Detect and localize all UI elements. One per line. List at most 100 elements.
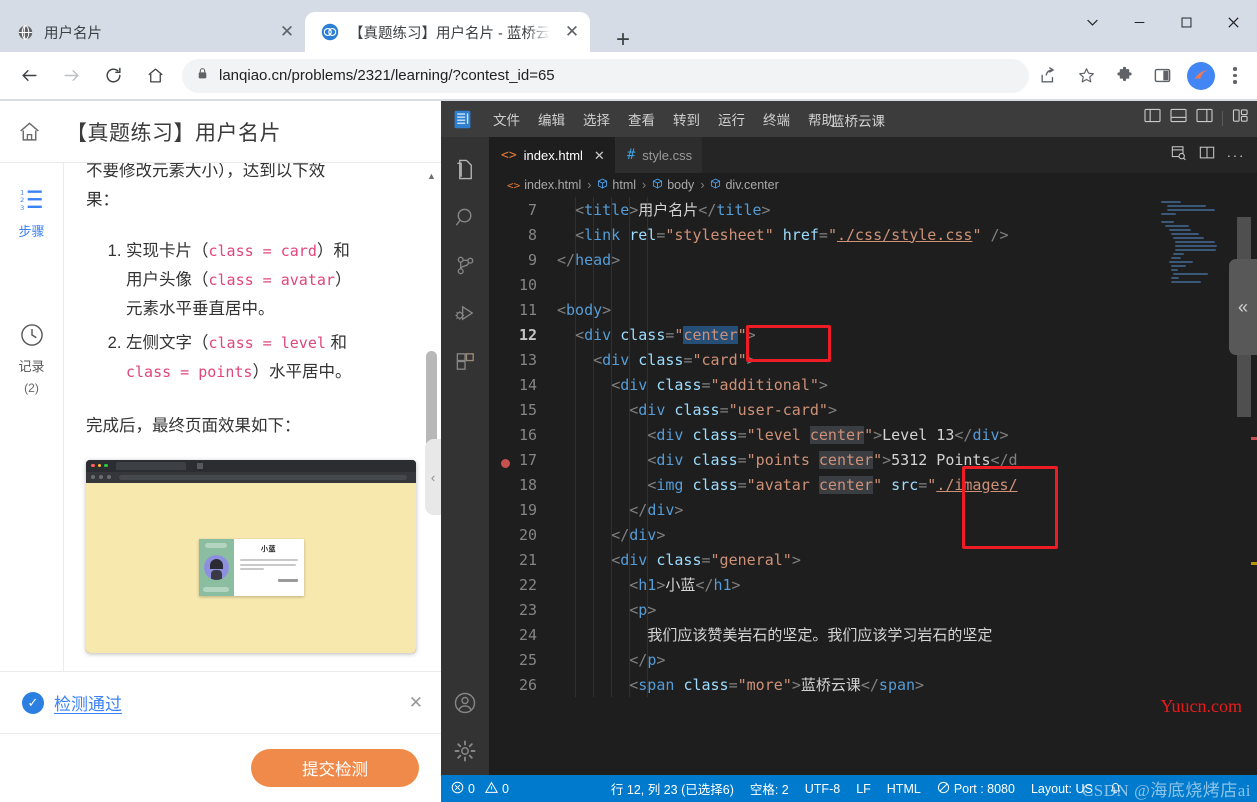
code-token: div — [647, 500, 675, 519]
code-line[interactable]: 7 <title>用户名片</title> — [489, 197, 1257, 222]
panel-left-icon[interactable] — [1144, 108, 1161, 128]
more-menu-icon[interactable] — [1221, 61, 1249, 91]
status-port[interactable]: Port : 8080 — [937, 781, 1015, 797]
chevron-down-icon[interactable] — [1069, 0, 1116, 44]
collapse-panel-handle[interactable]: ‹ — [425, 439, 441, 515]
search-icon[interactable] — [441, 193, 489, 241]
submit-button[interactable]: 提交检测 — [251, 749, 419, 787]
page-title: 【真题练习】用户名片 — [66, 121, 281, 145]
status-badge[interactable]: 检测通过 — [54, 690, 122, 715]
code-token: > — [791, 676, 801, 694]
side-panel-icon[interactable] — [1146, 60, 1178, 92]
source-control-icon[interactable] — [441, 241, 489, 289]
customize-layout-icon[interactable] — [1232, 108, 1249, 128]
forward-button[interactable] — [54, 59, 88, 93]
code-line[interactable]: 9 </head> — [489, 247, 1257, 272]
bookmark-star-icon[interactable] — [1070, 60, 1102, 92]
code-line[interactable]: 19 </div> — [489, 497, 1257, 522]
explorer-icon[interactable] — [441, 145, 489, 193]
profile-avatar[interactable] — [1187, 61, 1215, 90]
close-icon[interactable]: ✕ — [560, 20, 584, 44]
editor-minimap[interactable] — [1155, 197, 1217, 775]
status-indentation[interactable]: 空格: 2 — [750, 779, 789, 798]
split-editor-search-icon[interactable] — [1171, 145, 1187, 166]
line-number: 26 — [518, 675, 537, 694]
code-line[interactable]: 21 <div class="general"> — [489, 547, 1257, 572]
status-cursor-position[interactable]: 行 12, 列 23 (已选择6) — [611, 779, 734, 798]
code-line[interactable]: 10 — [489, 272, 1257, 297]
preview-card-side — [198, 539, 234, 597]
breakpoint-icon[interactable] — [501, 458, 510, 468]
code-token: < — [647, 475, 657, 494]
code-line[interactable]: 22 <h1>小蓝</h1> — [489, 572, 1257, 597]
code-line[interactable]: 18 <img class="avatar center" src="./ima… — [489, 472, 1257, 497]
run-debug-icon[interactable] — [441, 289, 489, 337]
menu-item-terminal[interactable]: 终端 — [755, 105, 798, 133]
new-tab-button[interactable]: + — [608, 25, 638, 55]
status-language-mode[interactable]: HTML — [887, 782, 921, 796]
code-line[interactable]: 15 <div class="user-card"> — [489, 397, 1257, 422]
code-line[interactable]: 20 </div> — [489, 522, 1257, 547]
code-token: center — [818, 450, 874, 469]
activity-bar-bottom — [441, 679, 489, 775]
close-icon[interactable]: ✕ — [594, 148, 605, 164]
app-root: 用户名片 ✕ 【真题练习】用户名片 - 蓝桥云课 ✕ + lanqiao.cn/… — [0, 0, 1257, 802]
maximize-button[interactable] — [1163, 0, 1210, 44]
code-line[interactable]: 26 <span class="more">蓝桥云课</span> — [489, 672, 1257, 697]
address-bar[interactable]: lanqiao.cn/problems/2321/learning/?conte… — [182, 58, 1029, 93]
browser-tab-inactive[interactable]: 用户名片 ✕ — [0, 12, 305, 52]
menu-item-file[interactable]: 文件 — [485, 105, 528, 133]
ports-forwarded-icon — [937, 781, 950, 797]
sidebar-item-steps[interactable]: 1 2 3 步骤 — [17, 185, 47, 240]
menu-item-run[interactable]: 运行 — [710, 105, 753, 133]
sidebar-item-records[interactable]: 记录 (2) — [17, 320, 47, 395]
minimize-button[interactable] — [1116, 0, 1163, 44]
status-eol[interactable]: LF — [856, 782, 871, 796]
code-line[interactable]: 17 <div class="points center">5312 Point… — [489, 447, 1257, 472]
menu-item-edit[interactable]: 编辑 — [530, 105, 573, 133]
breadcrumb-item-body[interactable]: body — [652, 178, 694, 192]
share-icon[interactable] — [1032, 60, 1064, 92]
close-icon[interactable]: ✕ — [409, 693, 423, 713]
code-area[interactable]: 7 <title>用户名片</title> 8 <link rel="styles… — [489, 197, 1257, 775]
collapse-editor-handle[interactable]: « — [1229, 259, 1257, 355]
home-icon[interactable] — [14, 117, 44, 147]
close-icon[interactable]: ✕ — [275, 20, 299, 44]
menu-item-selection[interactable]: 选择 — [575, 105, 618, 133]
close-button[interactable] — [1210, 0, 1257, 44]
breadcrumb-item-divcenter[interactable]: div.center — [710, 178, 779, 192]
code-line[interactable]: 23 <p> — [489, 597, 1257, 622]
code-line[interactable]: 16 <div class="level center">Level 13</d… — [489, 422, 1257, 447]
lanqiao-header: 【真题练习】用户名片 — [0, 101, 441, 163]
editor-tab-style-css[interactable]: # style.css — [614, 137, 703, 173]
breadcrumb-item-html[interactable]: html — [597, 178, 636, 192]
code-line[interactable]: 12 <div class="center"> — [489, 322, 1257, 347]
browser-tab-active[interactable]: 【真题练习】用户名片 - 蓝桥云课 ✕ — [305, 12, 590, 52]
more-actions-icon[interactable]: ··· — [1227, 147, 1246, 163]
home-button[interactable] — [138, 59, 172, 93]
code-line[interactable]: 25 </p> — [489, 647, 1257, 672]
panel-bottom-icon[interactable] — [1170, 108, 1187, 128]
editor-tab-index-html[interactable]: <> index.html ✕ — [489, 137, 615, 173]
menu-item-view[interactable]: 查看 — [620, 105, 663, 133]
reload-button[interactable] — [96, 59, 130, 93]
code-line[interactable]: 8 <link rel="stylesheet" href="./css/sty… — [489, 222, 1257, 247]
settings-gear-icon[interactable] — [441, 727, 489, 775]
code-lines[interactable]: 7 <title>用户名片</title> 8 <link rel="styles… — [489, 197, 1257, 697]
split-editor-icon[interactable] — [1199, 145, 1215, 166]
code-line[interactable]: 11 <body> — [489, 297, 1257, 322]
status-problems[interactable]: 0 0 — [451, 781, 509, 797]
code-line[interactable]: 24 我们应该赞美岩石的坚定。我们应该学习岩石的坚定 — [489, 622, 1257, 647]
lanqiao-scrollbar[interactable]: ▲ — [426, 171, 437, 662]
account-icon[interactable] — [441, 679, 489, 727]
scroll-up-icon[interactable]: ▲ — [427, 171, 436, 181]
extensions-icon[interactable] — [1108, 60, 1140, 92]
code-line[interactable]: 13 <div class="card"> — [489, 347, 1257, 372]
code-line[interactable]: 14 <div class="additional"> — [489, 372, 1257, 397]
extensions-icon[interactable] — [441, 337, 489, 385]
menu-item-go[interactable]: 转到 — [665, 105, 708, 133]
back-button[interactable] — [12, 59, 46, 93]
panel-right-icon[interactable] — [1196, 108, 1213, 128]
breadcrumb-item-file[interactable]: <> index.html — [507, 178, 581, 192]
status-encoding[interactable]: UTF-8 — [805, 782, 840, 796]
